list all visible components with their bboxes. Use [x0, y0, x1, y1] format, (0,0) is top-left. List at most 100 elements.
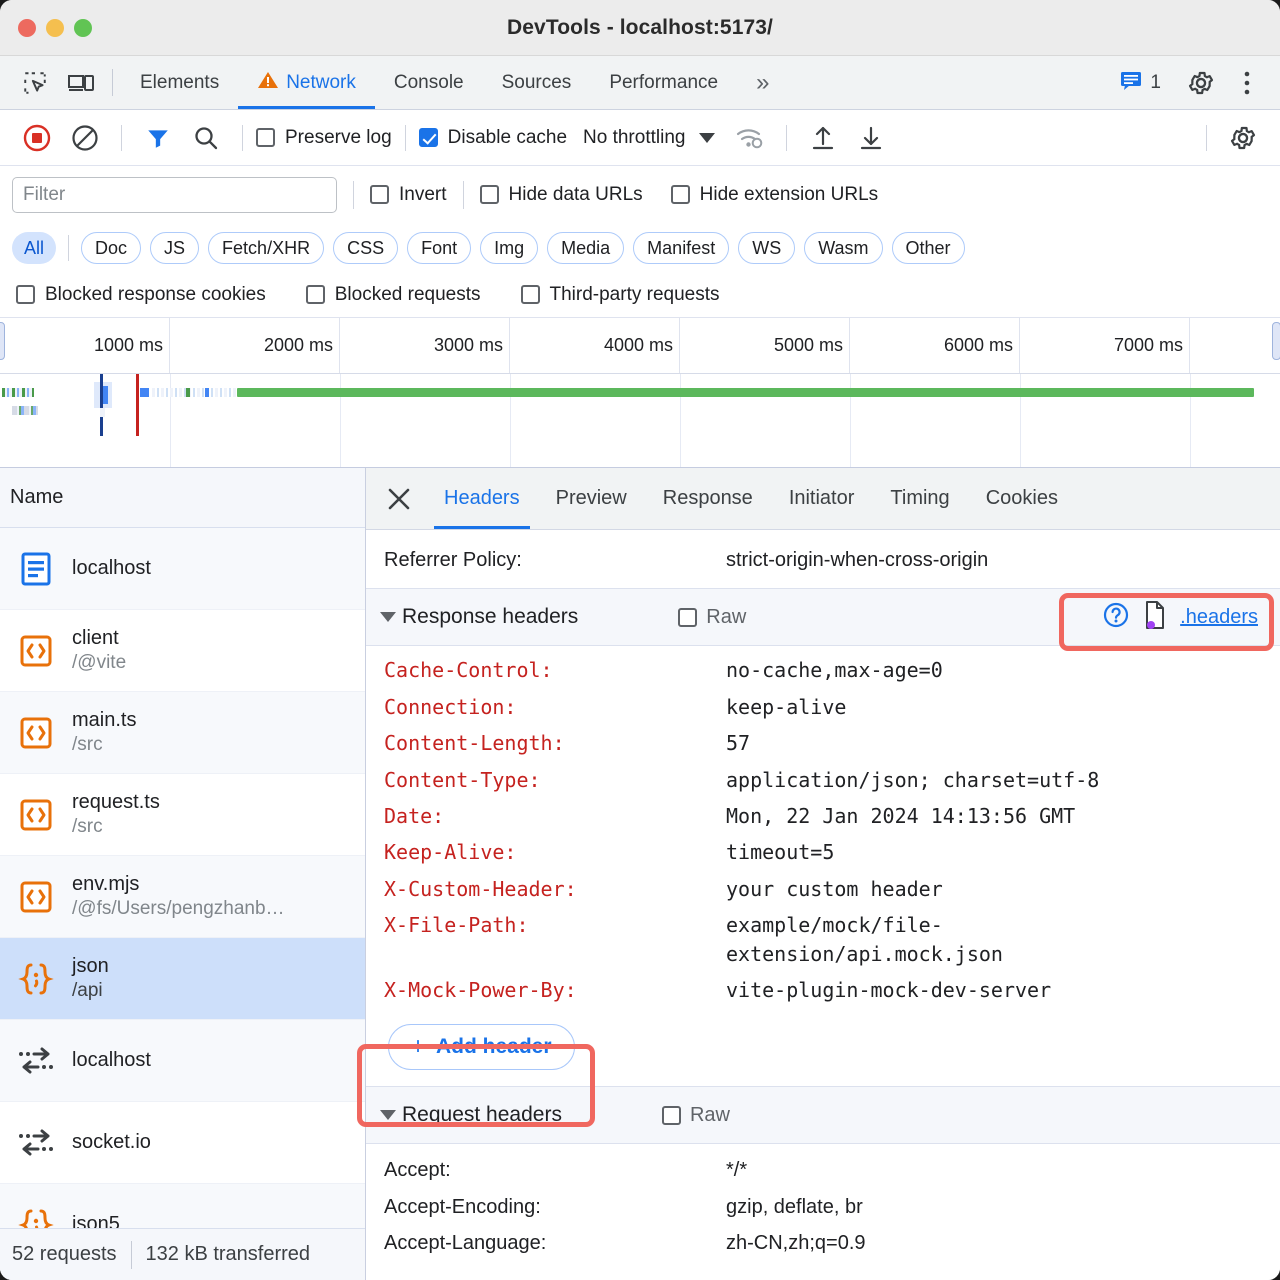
- close-window-button[interactable]: [18, 19, 36, 37]
- request-raw-checkbox[interactable]: Raw: [662, 1104, 730, 1127]
- type-filter-js[interactable]: JS: [150, 232, 199, 264]
- disable-cache-box[interactable]: [419, 128, 438, 147]
- type-filter-doc[interactable]: Doc: [81, 232, 141, 264]
- blocked-requests-label: Blocked requests: [335, 284, 481, 306]
- tab-performance[interactable]: Performance: [590, 56, 737, 109]
- hide-data-urls-box[interactable]: [480, 185, 499, 204]
- headers-file-link[interactable]: .headers: [1180, 606, 1258, 629]
- detail-tab-initiator[interactable]: Initiator: [771, 468, 873, 529]
- request-row-client[interactable]: client /@vite: [0, 610, 365, 692]
- headers-file-icon[interactable]: [1142, 600, 1168, 635]
- hide-extension-urls-box[interactable]: [671, 185, 690, 204]
- detail-tab-response[interactable]: Response: [645, 468, 771, 529]
- timeline-left-handle[interactable]: [0, 322, 5, 360]
- hide-extension-urls-label: Hide extension URLs: [700, 184, 878, 206]
- type-filter-other[interactable]: Other: [892, 232, 965, 264]
- blocked-requests-box[interactable]: [306, 285, 325, 304]
- export-har-icon[interactable]: [848, 115, 894, 161]
- window-controls[interactable]: [0, 19, 92, 37]
- request-headers-section-header[interactable]: Request headers Raw: [366, 1086, 1280, 1144]
- disable-cache-checkbox[interactable]: Disable cache: [419, 127, 567, 149]
- type-filter-wasm[interactable]: Wasm: [804, 232, 882, 264]
- header-key: X-File-Path:: [384, 911, 726, 939]
- websocket-icon: [14, 1039, 58, 1083]
- request-row-json5[interactable]: json5: [0, 1184, 365, 1228]
- settings-gear-icon[interactable]: [1178, 69, 1224, 97]
- more-options-kebab-icon[interactable]: [1224, 70, 1270, 96]
- third-party-requests-box[interactable]: [521, 285, 540, 304]
- disable-cache-label: Disable cache: [448, 127, 567, 149]
- filter-funnel-icon[interactable]: [135, 115, 181, 161]
- invert-box[interactable]: [370, 185, 389, 204]
- type-filter-img[interactable]: Img: [480, 232, 538, 264]
- network-overview-timeline[interactable]: 1000 ms 2000 ms 3000 ms 4000 ms 5000 ms …: [0, 318, 1280, 468]
- search-icon[interactable]: [183, 115, 229, 161]
- blocked-response-cookies-checkbox[interactable]: Blocked response cookies: [16, 284, 266, 306]
- header-value: your custom header: [726, 875, 1280, 903]
- filter-input[interactable]: [12, 177, 337, 213]
- preserve-log-checkbox[interactable]: Preserve log: [256, 127, 392, 149]
- minimize-window-button[interactable]: [46, 19, 64, 37]
- detail-tab-timing[interactable]: Timing: [872, 468, 967, 529]
- blocked-requests-checkbox[interactable]: Blocked requests: [306, 284, 481, 306]
- close-detail-icon[interactable]: [372, 468, 426, 529]
- request-row-env-mjs[interactable]: env.mjs /@fs/Users/pengzhanb…: [0, 856, 365, 938]
- preserve-log-box[interactable]: [256, 128, 275, 147]
- tab-elements[interactable]: Elements: [121, 56, 238, 109]
- record-stop-icon[interactable]: [14, 115, 60, 161]
- request-row-localhost-ws[interactable]: localhost: [0, 1020, 365, 1102]
- headers-content[interactable]: Referrer Policy: strict-origin-when-cros…: [366, 530, 1280, 1280]
- help-question-icon[interactable]: [1102, 601, 1130, 634]
- type-filter-media[interactable]: Media: [547, 232, 624, 264]
- request-row-json-api[interactable]: json /api: [0, 938, 365, 1020]
- console-message-icon[interactable]: [1119, 69, 1143, 96]
- triangle-down-icon[interactable]: [380, 612, 396, 622]
- response-headers-section-header[interactable]: Response headers Raw: [366, 588, 1280, 646]
- header-row: Cache-Control: no-cache,max-age=0: [366, 652, 1280, 688]
- detail-tab-headers[interactable]: Headers: [426, 468, 538, 529]
- type-filter-ws[interactable]: WS: [738, 232, 795, 264]
- detail-tab-preview[interactable]: Preview: [538, 468, 645, 529]
- request-row-localhost-doc[interactable]: localhost: [0, 528, 365, 610]
- inspect-element-icon[interactable]: [12, 56, 58, 109]
- request-list-body[interactable]: localhost client /@vite: [0, 528, 365, 1228]
- column-header-name: Name: [10, 486, 63, 509]
- timeline-right-handle[interactable]: [1272, 322, 1280, 360]
- network-conditions-icon[interactable]: [727, 115, 773, 161]
- import-har-icon[interactable]: [800, 115, 846, 161]
- response-raw-box[interactable]: [678, 608, 697, 627]
- hide-extension-urls-checkbox[interactable]: Hide extension URLs: [671, 184, 878, 206]
- timeline-tick: 7000 ms: [1020, 318, 1190, 373]
- tab-sources[interactable]: Sources: [483, 56, 591, 109]
- third-party-requests-checkbox[interactable]: Third-party requests: [521, 284, 720, 306]
- type-filter-css[interactable]: CSS: [333, 232, 398, 264]
- headers-file-link-group[interactable]: .headers: [1102, 600, 1258, 635]
- more-tabs-button[interactable]: »: [737, 56, 788, 109]
- detail-tab-cookies[interactable]: Cookies: [968, 468, 1076, 529]
- add-header-button[interactable]: + Add header: [388, 1024, 575, 1070]
- hide-data-urls-checkbox[interactable]: Hide data URLs: [480, 184, 643, 206]
- request-name: localhost: [72, 1049, 151, 1072]
- request-raw-box[interactable]: [662, 1106, 681, 1125]
- invert-checkbox[interactable]: Invert: [370, 184, 447, 206]
- type-filter-manifest[interactable]: Manifest: [633, 232, 729, 264]
- tab-console[interactable]: Console: [375, 56, 483, 109]
- throttling-dropdown[interactable]: No throttling: [583, 127, 715, 149]
- type-filter-fetch-xhr[interactable]: Fetch/XHR: [208, 232, 324, 264]
- request-row-socket-io[interactable]: socket.io: [0, 1102, 365, 1184]
- type-filter-all[interactable]: All: [12, 232, 56, 264]
- response-raw-checkbox[interactable]: Raw: [678, 606, 746, 629]
- tab-network[interactable]: Network: [238, 56, 375, 109]
- type-filter-font[interactable]: Font: [407, 232, 471, 264]
- network-settings-gear-icon[interactable]: [1220, 115, 1266, 161]
- request-row-main-ts[interactable]: main.ts /src: [0, 692, 365, 774]
- request-row-request-ts[interactable]: request.ts /src: [0, 774, 365, 856]
- device-toolbar-icon[interactable]: [58, 56, 104, 109]
- maximize-window-button[interactable]: [74, 19, 92, 37]
- triangle-down-icon[interactable]: [380, 1110, 396, 1120]
- request-list-header[interactable]: Name: [0, 468, 365, 528]
- clear-network-log-icon[interactable]: [62, 115, 108, 161]
- blocked-response-cookies-box[interactable]: [16, 285, 35, 304]
- timeline-tick-label: 4000 ms: [604, 335, 673, 356]
- filter-divider-2: [463, 181, 464, 209]
